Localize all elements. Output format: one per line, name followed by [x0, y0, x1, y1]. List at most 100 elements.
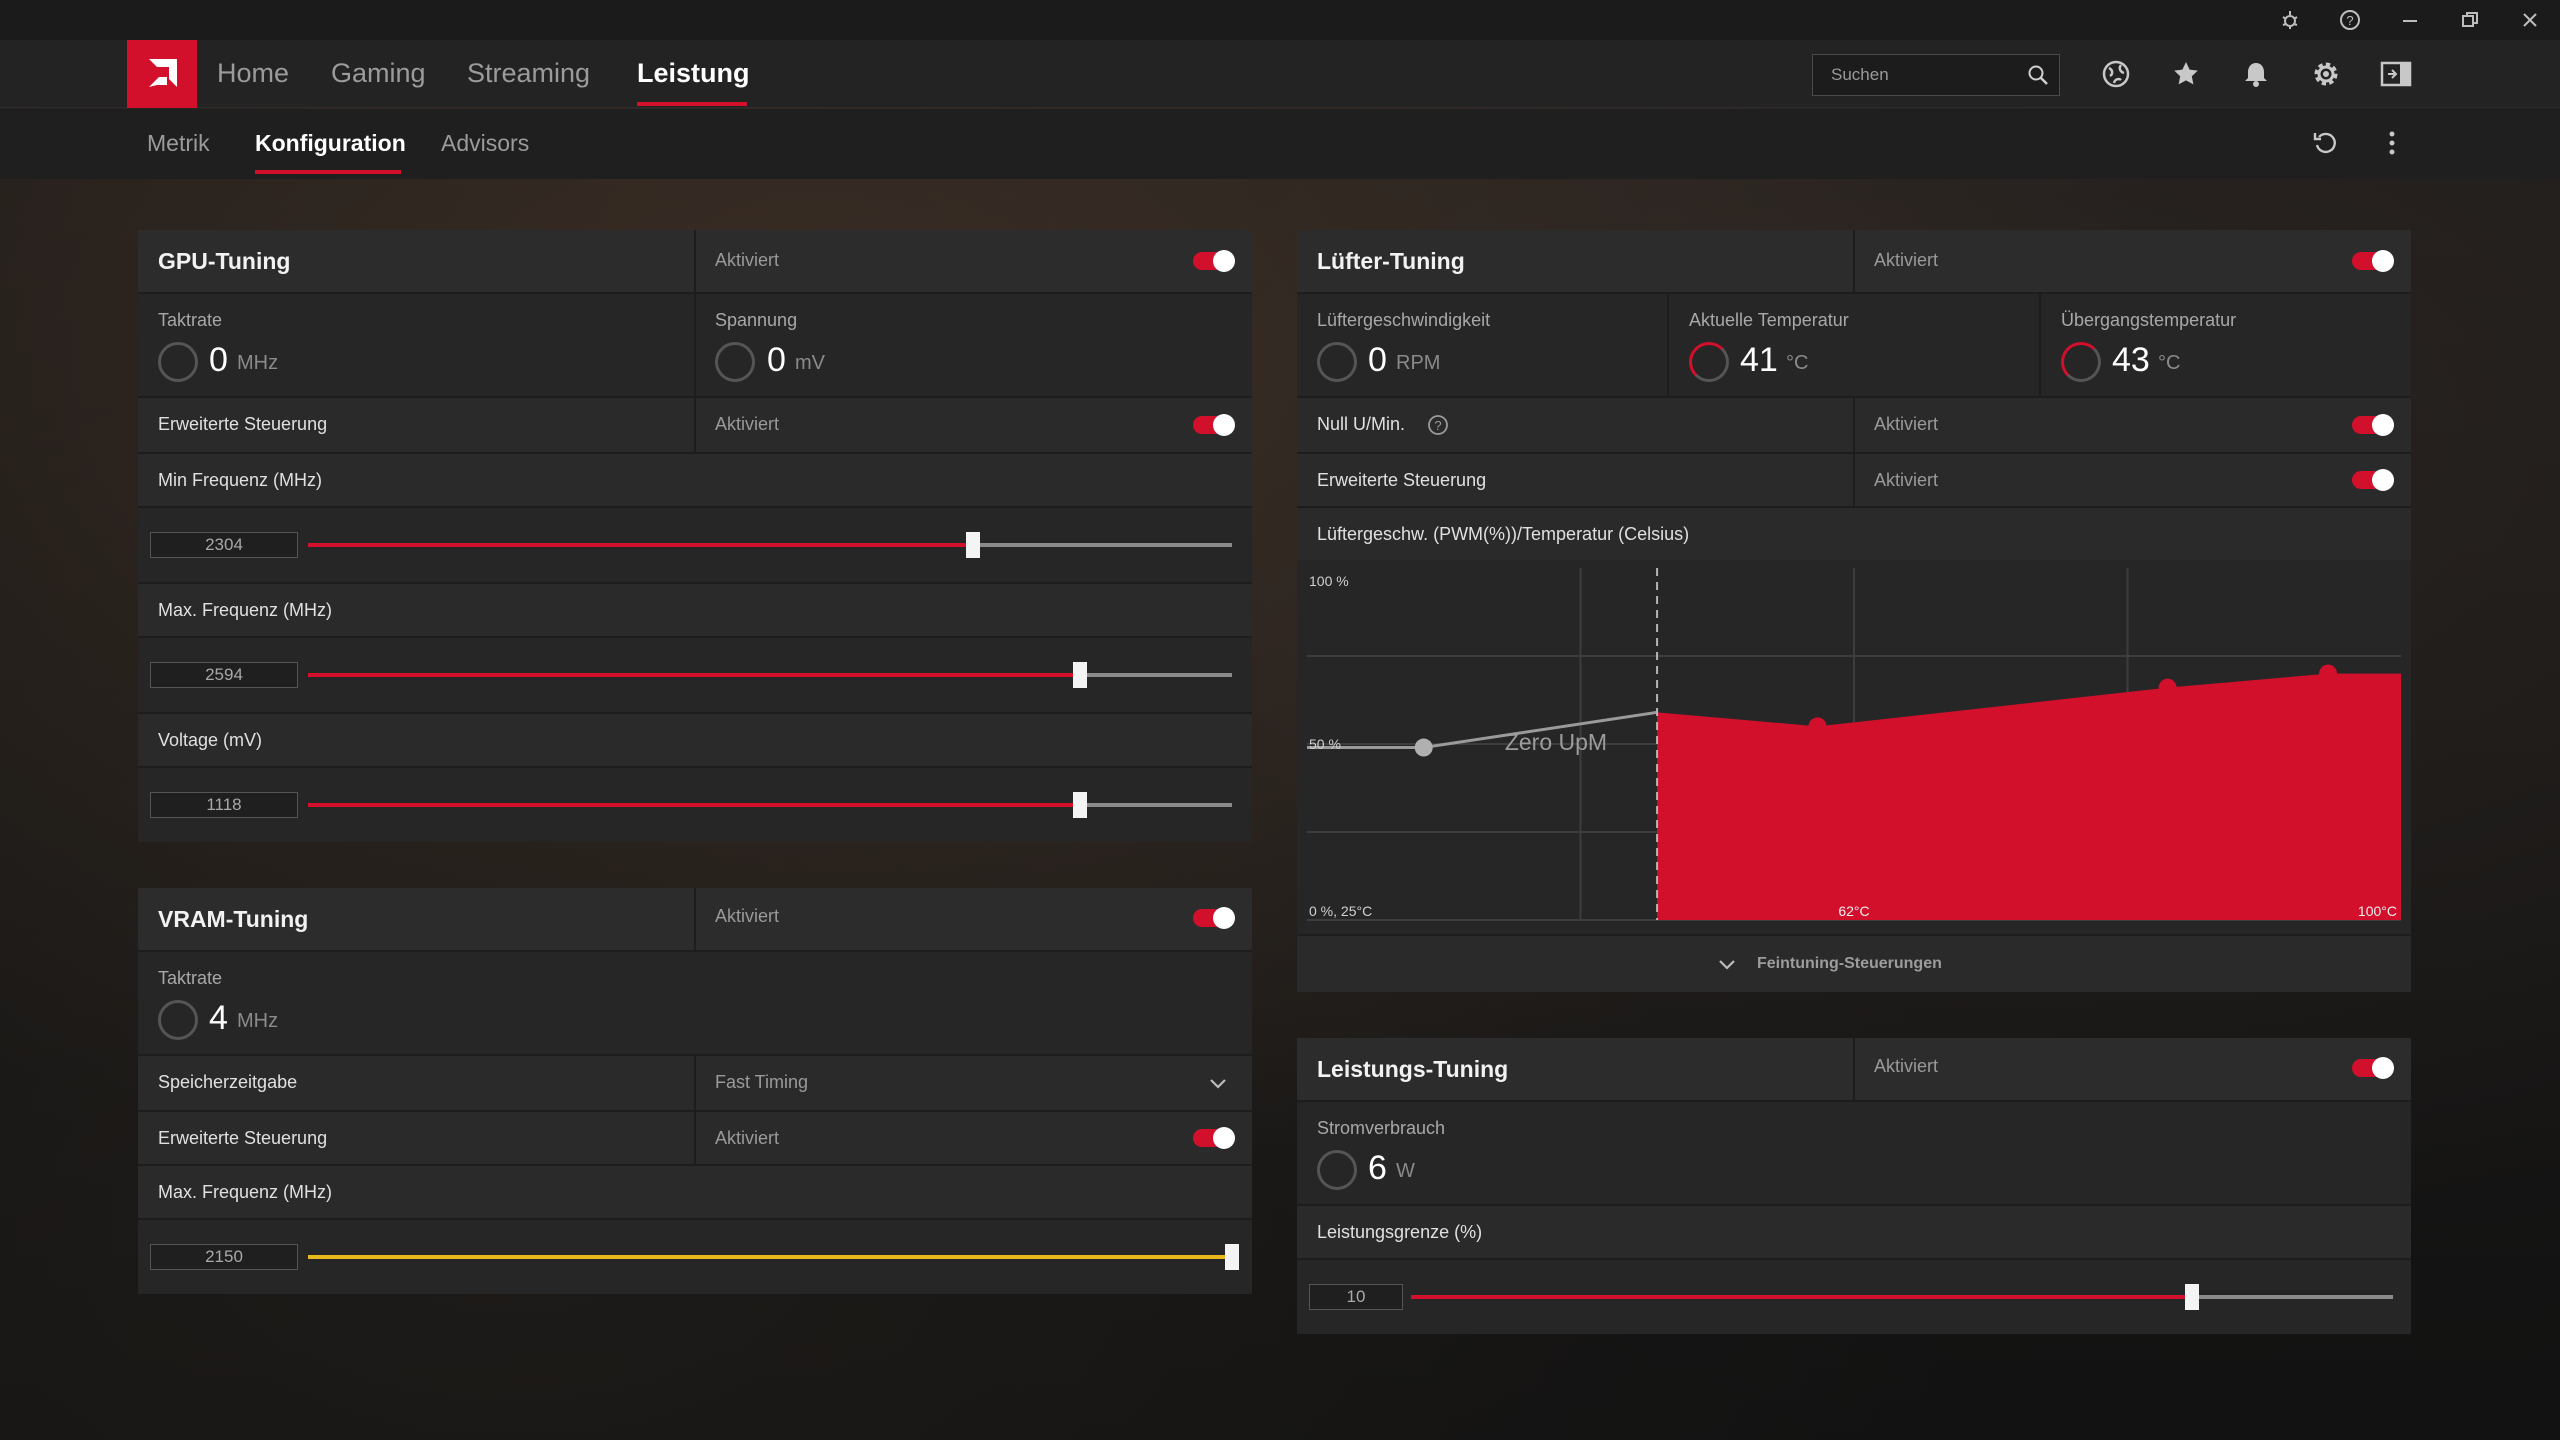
fan-curve-point [2158, 678, 2177, 697]
nav-gaming[interactable]: Gaming [331, 58, 426, 89]
gpu-max-freq-thumb[interactable] [1072, 662, 1087, 688]
power-limit-label-row: Leistungsgrenze (%) [1297, 1204, 2411, 1258]
fan-curve-chart[interactable]: 100 % 50 % 0 %, 25°C 62°C 100°C Zero UpM [1297, 560, 2411, 934]
power-consumption-label: Stromverbrauch [1317, 1118, 1446, 1138]
tab-advisors[interactable]: Advisors [441, 130, 529, 157]
fan-advanced-toggle[interactable] [2352, 469, 2394, 491]
gpu-advanced-toggle[interactable] [1193, 414, 1235, 436]
nav-home[interactable]: Home [217, 58, 289, 89]
fan-metrics-row: Lüftergeschwindigkeit 0 RPM Aktuelle Tem… [1297, 292, 2411, 396]
gpu-tuning-toggle[interactable] [1193, 250, 1235, 272]
gpu-min-freq-label: Min Frequenz (MHz) [158, 470, 323, 490]
power-tuning-title: Leistungs-Tuning [1317, 1056, 1509, 1082]
vram-advanced-row: Erweiterte Steuerung Aktiviert [138, 1110, 1252, 1164]
fan-tuning-title: Lüfter-Tuning [1317, 248, 1465, 274]
gpu-voltage-slider[interactable] [308, 792, 1232, 818]
globe-icon[interactable] [2096, 54, 2136, 94]
gpu-metrics-row: Taktrate 0 MHz Spannung 0 mV [138, 292, 1252, 396]
x-tick-label: 62°C [1838, 903, 1869, 919]
gpu-tuning-panel: GPU-Tuning Aktiviert Taktrate 0 MHz Span… [138, 230, 1252, 842]
y-tick-label: 0 %, 25°C [1309, 903, 1372, 919]
vram-timing-label: Speicherzeitgabe [158, 1072, 298, 1092]
nav-active-indicator [637, 102, 747, 106]
fan-zero-rpm-label: Null U/Min. [1317, 414, 1406, 434]
help-circle-icon[interactable]: ? [1427, 414, 1449, 441]
close-icon[interactable] [2510, 6, 2550, 34]
gpu-min-freq-input[interactable]: 2304 [150, 532, 298, 558]
gpu-min-freq-label-row: Min Frequenz (MHz) [138, 452, 1252, 506]
more-icon[interactable] [2386, 129, 2398, 162]
vram-clock-value: 4 [209, 999, 228, 1037]
fan-tuning-status: Aktiviert [1874, 250, 1939, 270]
gpu-voltage-thumb[interactable] [1072, 792, 1087, 818]
y-tick-label: 50 % [1309, 736, 1341, 752]
fan-temp-unit: °C [1786, 352, 1809, 374]
gpu-max-freq-fill [308, 673, 1080, 677]
gpu-voltage-slider-row: 1118 [138, 766, 1252, 842]
fan-speed-value: 0 [1368, 341, 1387, 379]
power-consumption-gauge [1317, 1150, 1357, 1190]
vram-max-freq-thumb[interactable] [1225, 1244, 1239, 1270]
gpu-min-freq-thumb[interactable] [966, 532, 981, 558]
search-box[interactable] [1812, 54, 2060, 96]
reset-icon[interactable] [2312, 129, 2340, 162]
vram-timing-dropdown[interactable]: Fast Timing [696, 1056, 1252, 1110]
gpu-min-freq-fill [308, 543, 974, 547]
vram-tuning-panel: VRAM-Tuning Aktiviert Taktrate 4 MHz Spe… [138, 888, 1252, 1294]
gpu-tuning-title: GPU-Tuning [158, 248, 291, 274]
gpu-min-freq-slider[interactable] [308, 532, 1232, 558]
help-icon[interactable]: ? [2330, 6, 2370, 34]
fan-speed-gauge [1317, 342, 1357, 382]
gear-icon[interactable] [2306, 54, 2346, 94]
power-limit-thumb[interactable] [2184, 1284, 2199, 1310]
power-limit-label: Leistungsgrenze (%) [1317, 1222, 1483, 1242]
search-input[interactable] [1813, 55, 2013, 95]
fan-curve-point [1808, 717, 1827, 736]
tab-konfiguration[interactable]: Konfiguration [255, 130, 406, 157]
fan-junction-unit: °C [2158, 352, 2181, 374]
vram-header-row: VRAM-Tuning Aktiviert [138, 888, 1252, 950]
fan-tuning-toggle[interactable] [2352, 250, 2394, 272]
power-limit-slider-row: 10 [1297, 1258, 2411, 1334]
search-icon[interactable] [2027, 64, 2049, 91]
gpu-clock-label: Taktrate [158, 310, 223, 330]
vram-tuning-toggle[interactable] [1193, 907, 1235, 929]
vram-tuning-status: Aktiviert [715, 906, 780, 926]
bell-icon[interactable] [2236, 54, 2276, 94]
nav-leistung[interactable]: Leistung [637, 58, 750, 89]
vram-timing-value: Fast Timing [715, 1072, 809, 1092]
fan-speed-unit: RPM [1396, 352, 1441, 374]
power-limit-input[interactable]: 10 [1309, 1284, 1403, 1310]
gpu-max-freq-input[interactable]: 2594 [150, 662, 298, 688]
fan-zero-rpm-toggle[interactable] [2352, 414, 2394, 436]
gpu-voltage-unit: mV [795, 352, 825, 374]
sidebar-toggle-icon[interactable] [2376, 54, 2416, 94]
chevron-down-icon [1717, 954, 1737, 979]
star-icon[interactable] [2166, 54, 2206, 94]
fan-curve-svg[interactable]: 100 % 50 % 0 %, 25°C 62°C 100°C Zero UpM [1297, 560, 2411, 934]
power-consumption-unit: W [1396, 1160, 1415, 1182]
title-bar: ? [0, 0, 2560, 40]
gpu-max-freq-slider[interactable] [308, 662, 1232, 688]
minimize-icon[interactable] [2390, 6, 2430, 34]
gpu-header-row: GPU-Tuning Aktiviert [138, 230, 1252, 292]
fan-temp-label: Aktuelle Temperatur [1689, 310, 1849, 330]
vram-advanced-toggle[interactable] [1193, 1127, 1235, 1149]
power-tuning-toggle[interactable] [2352, 1057, 2394, 1079]
vram-max-freq-slider[interactable] [308, 1244, 1239, 1270]
x-tick-label: 100°C [2358, 903, 2397, 919]
fan-zero-rpm-status: Aktiviert [1874, 414, 1939, 434]
vram-max-freq-input[interactable]: 2150 [150, 1244, 298, 1270]
bug-icon[interactable] [2270, 6, 2310, 34]
power-limit-slider[interactable] [1411, 1284, 2393, 1310]
amd-logo[interactable] [127, 40, 197, 108]
fine-tuning-row: Feintuning-Steuerungen [1297, 934, 2411, 992]
gpu-clock-unit: MHz [237, 352, 279, 374]
tab-metrik[interactable]: Metrik [147, 130, 210, 157]
vram-max-freq-fill [308, 1255, 1232, 1259]
fan-curve-title: Lüftergeschw. (PWM(%))/Temperatur (Celsi… [1317, 524, 1690, 544]
restore-icon[interactable] [2450, 6, 2490, 34]
fine-tuning-button[interactable]: Feintuning-Steuerungen [1717, 936, 2017, 992]
nav-streaming[interactable]: Streaming [467, 58, 590, 89]
gpu-voltage-input[interactable]: 1118 [150, 792, 298, 818]
